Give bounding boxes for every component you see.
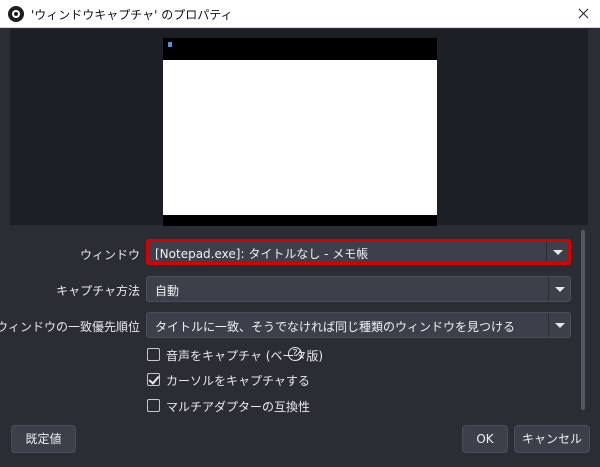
chevron-down-icon[interactable] bbox=[548, 313, 570, 337]
capture-cursor-label[interactable]: カーソルをキャプチャする bbox=[166, 372, 310, 389]
preview-notepad-content bbox=[163, 60, 437, 215]
window-select[interactable]: [Notepad.exe]: タイトルなし - メモ帳 bbox=[146, 239, 571, 265]
chevron-down-icon[interactable] bbox=[546, 242, 568, 262]
preview-panel bbox=[10, 29, 588, 226]
multi-adapter-label[interactable]: マルチアダプターの互換性 bbox=[166, 398, 310, 415]
match-priority-label: ウィンドウの一致優先順位 bbox=[0, 320, 140, 334]
chevron-down-icon[interactable] bbox=[548, 277, 570, 301]
capture-method-value: 自動 bbox=[155, 284, 180, 298]
ok-button[interactable]: OK bbox=[462, 425, 508, 453]
capture-audio-checkbox[interactable] bbox=[147, 348, 160, 361]
match-priority-value: タイトルに一致、そうでなければ同じ種類のウィンドウを見つける bbox=[155, 320, 516, 334]
close-icon[interactable] bbox=[566, 0, 600, 28]
capture-preview bbox=[163, 38, 437, 226]
multi-adapter-checkbox[interactable] bbox=[147, 399, 160, 412]
title-bar: 'ウィンドウキャプチャ' のプロパティ bbox=[0, 0, 600, 28]
capture-cursor-checkbox[interactable] bbox=[147, 373, 160, 386]
window-title: 'ウィンドウキャプチャ' のプロパティ bbox=[31, 8, 233, 22]
scrollbar[interactable] bbox=[581, 230, 585, 410]
window-select-value: [Notepad.exe]: タイトルなし - メモ帳 bbox=[155, 247, 369, 261]
capture-method-label: キャプチャ方法 bbox=[56, 284, 140, 298]
capture-method-select[interactable]: 自動 bbox=[146, 276, 571, 302]
notepad-icon bbox=[168, 42, 172, 47]
help-icon[interactable]: ? bbox=[288, 347, 302, 361]
cancel-button[interactable]: キャンセル bbox=[514, 425, 590, 453]
defaults-button[interactable]: 既定値 bbox=[11, 425, 76, 453]
match-priority-select[interactable]: タイトルに一致、そうでなければ同じ種類のウィンドウを見つける bbox=[146, 312, 571, 338]
obs-logo-icon bbox=[8, 6, 24, 22]
window-label: ウィンドウ bbox=[79, 248, 140, 262]
